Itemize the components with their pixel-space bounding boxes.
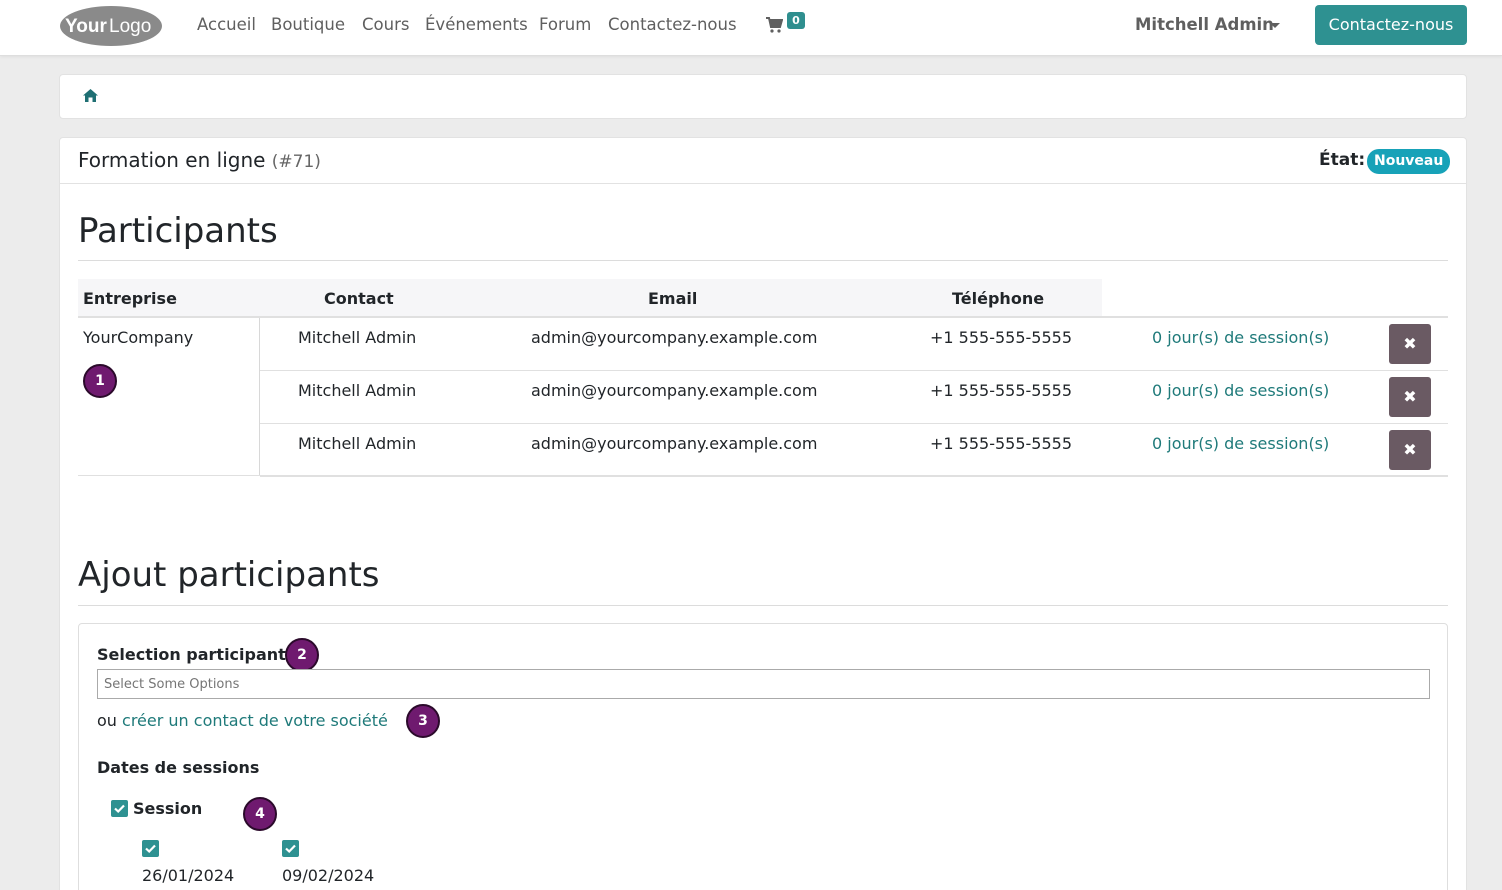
nav-forum[interactable]: Forum — [539, 15, 591, 34]
breadcrumb — [59, 74, 1467, 119]
nav-accueil[interactable]: Accueil — [197, 15, 256, 34]
company-name: YourCompany — [83, 328, 194, 347]
contact-name: Mitchell Admin — [298, 381, 417, 400]
chevron-down-icon[interactable] — [1270, 23, 1280, 28]
close-icon: ✖ — [1403, 387, 1417, 406]
participants-select-input[interactable] — [97, 669, 1430, 699]
contact-name: Mitchell Admin — [298, 434, 417, 453]
session-date: 09/02/2024 — [282, 866, 375, 885]
page-title-text: Formation en ligne — [78, 148, 266, 172]
step-marker: 3 — [406, 704, 440, 738]
step-marker: 4 — [243, 797, 277, 831]
add-participants-form: Selection participants 2 ou créer un con… — [78, 623, 1448, 890]
user-menu[interactable]: Mitchell Admin — [1135, 15, 1274, 34]
svg-text:Logo: Logo — [109, 16, 151, 37]
table-row: Mitchell Admin admin@yourcompany.example… — [260, 371, 1448, 424]
contact-name: Mitchell Admin — [298, 328, 417, 347]
home-icon[interactable] — [82, 88, 99, 107]
col-contact: Contact — [324, 289, 394, 308]
select-participants-label: Selection participants — [97, 645, 296, 664]
close-icon: ✖ — [1403, 440, 1417, 459]
contact-email: admin@yourcompany.example.com — [531, 381, 818, 400]
step-marker: 2 — [285, 638, 319, 672]
contact-email: admin@yourcompany.example.com — [531, 434, 818, 453]
nav-boutique[interactable]: Boutique — [271, 15, 345, 34]
table-row: Mitchell Admin admin@yourcompany.example… — [260, 424, 1448, 477]
col-entreprise: Entreprise — [83, 289, 177, 308]
session-checkbox[interactable] — [111, 800, 128, 817]
contact-phone: +1 555-555-5555 — [930, 381, 1073, 400]
nav-contact[interactable]: Contactez-nous — [608, 15, 737, 34]
create-contact-link[interactable]: créer un contact de votre société — [122, 711, 388, 730]
svg-text:Your: Your — [65, 16, 107, 37]
company-cell: YourCompany 1 — [78, 318, 260, 476]
contact-phone: +1 555-555-5555 — [930, 328, 1073, 347]
state-label: État: — [1319, 150, 1366, 170]
table-row: Mitchell Admin admin@yourcompany.example… — [260, 318, 1448, 371]
cart-icon[interactable] — [765, 16, 784, 38]
col-email: Email — [648, 289, 698, 308]
col-telephone: Téléphone — [952, 289, 1045, 308]
session-days-link[interactable]: 0 jour(s) de session(s) — [1152, 381, 1329, 400]
divider — [78, 260, 1448, 261]
nav-evenements[interactable]: Événements — [425, 15, 528, 34]
session-label: Session — [133, 799, 203, 818]
company-logo[interactable]: Your Logo — [59, 5, 163, 47]
page-title: Formation en ligne (#71) — [78, 148, 321, 172]
delete-button[interactable]: ✖ — [1389, 430, 1431, 470]
contact-us-button[interactable]: Contactez-nous — [1315, 5, 1467, 45]
participants-heading: Participants — [78, 211, 278, 251]
delete-button[interactable]: ✖ — [1389, 324, 1431, 364]
delete-button[interactable]: ✖ — [1389, 377, 1431, 417]
card-header: Formation en ligne (#71) État: Nouveau — [60, 138, 1466, 184]
create-contact-line: ou créer un contact de votre société — [97, 711, 388, 730]
session-dates-label: Dates de sessions — [97, 758, 260, 777]
table-header: Entreprise Contact Email Téléphone — [78, 279, 1102, 316]
divider — [78, 605, 1448, 606]
session-date: 26/01/2024 — [142, 866, 235, 885]
session-days-link[interactable]: 0 jour(s) de session(s) — [1152, 328, 1329, 347]
step-marker: 1 — [83, 364, 117, 398]
contact-email: admin@yourcompany.example.com — [531, 328, 818, 347]
page-ref: (#71) — [271, 152, 321, 172]
add-participants-heading: Ajout participants — [78, 555, 380, 595]
session-days-link[interactable]: 0 jour(s) de session(s) — [1152, 434, 1329, 453]
date-checkbox[interactable] — [142, 840, 159, 857]
or-text: ou — [97, 711, 117, 730]
status-badge: Nouveau — [1367, 149, 1451, 174]
date-checkbox[interactable] — [282, 840, 299, 857]
registration-card: Formation en ligne (#71) État: Nouveau P… — [59, 137, 1467, 890]
top-navbar: Your Logo Accueil Boutique Cours Événeme… — [0, 0, 1502, 56]
nav-cours[interactable]: Cours — [362, 15, 409, 34]
cart-count-badge: 0 — [787, 12, 805, 29]
contact-phone: +1 555-555-5555 — [930, 434, 1073, 453]
close-icon: ✖ — [1403, 334, 1417, 353]
divider — [78, 475, 1448, 476]
